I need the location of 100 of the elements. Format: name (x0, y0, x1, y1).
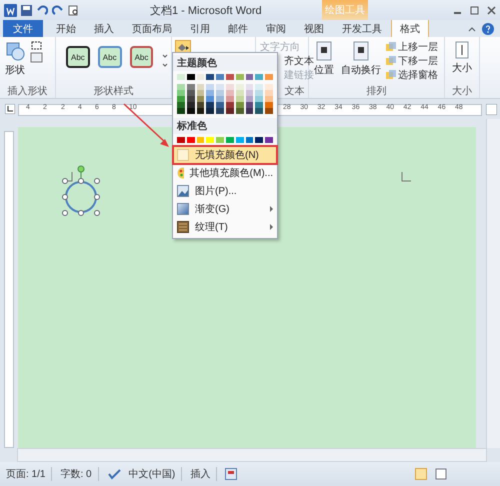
redo-icon[interactable] (52, 4, 64, 16)
color-swatch[interactable] (265, 90, 273, 96)
shape-style-button[interactable]: Abc (130, 46, 154, 68)
color-swatch[interactable] (236, 137, 244, 143)
color-swatch[interactable] (206, 102, 214, 108)
color-swatch[interactable] (236, 90, 244, 96)
menu-item[interactable]: 图片(P)... (173, 182, 277, 200)
color-swatch[interactable] (246, 96, 254, 102)
arrange-command[interactable]: 选择窗格 (386, 68, 438, 81)
ribbon-tab[interactable]: 插入 (85, 19, 123, 37)
color-swatch[interactable] (186, 108, 195, 114)
color-swatch[interactable] (265, 137, 273, 143)
shapes-button[interactable]: 形状 (3, 40, 27, 78)
color-swatch[interactable] (226, 137, 234, 143)
color-swatch[interactable] (226, 96, 234, 102)
color-swatch[interactable] (265, 96, 273, 102)
color-swatch[interactable] (246, 90, 254, 96)
color-swatch[interactable] (255, 137, 264, 143)
ribbon-tab[interactable]: 开发工具 (333, 19, 391, 37)
color-swatch[interactable] (196, 102, 204, 108)
ribbon-tab[interactable]: 页面布局 (123, 19, 181, 37)
color-swatch[interactable] (255, 108, 264, 114)
help-icon[interactable] (482, 22, 494, 34)
color-swatch[interactable] (196, 137, 204, 143)
color-swatch[interactable] (196, 74, 204, 80)
color-swatch[interactable] (236, 74, 244, 80)
color-swatch[interactable] (236, 108, 244, 114)
shape-style-button[interactable]: Abc (66, 46, 90, 68)
arrange-command[interactable]: 上移一层 (386, 40, 438, 53)
color-swatch[interactable] (226, 90, 234, 96)
ribbon-tab[interactable]: 开始 (47, 19, 85, 37)
color-swatch[interactable] (216, 84, 224, 90)
color-swatch[interactable] (246, 137, 254, 143)
color-swatch[interactable] (246, 102, 254, 108)
color-swatch[interactable] (177, 96, 185, 102)
ribbon-tab[interactable]: 邮件 (219, 19, 257, 37)
ribbon-tab[interactable]: 引用 (181, 19, 219, 37)
color-swatch[interactable] (226, 102, 234, 108)
menu-item[interactable]: 渐变(G) (173, 200, 277, 218)
color-swatch[interactable] (196, 84, 204, 90)
ribbon-tab[interactable]: 文件 (3, 19, 43, 37)
color-swatch[interactable] (255, 90, 264, 96)
spellcheck-icon[interactable] (106, 468, 121, 480)
color-swatch[interactable] (186, 96, 195, 102)
color-swatch[interactable] (177, 108, 185, 114)
color-swatch[interactable] (186, 137, 195, 143)
maximize-icon[interactable] (470, 6, 479, 14)
color-swatch[interactable] (206, 74, 214, 80)
color-swatch[interactable] (236, 102, 244, 108)
reading-view-icon[interactable] (435, 468, 448, 480)
color-swatch[interactable] (216, 137, 224, 143)
color-swatch[interactable] (216, 108, 224, 114)
text-box-icon[interactable] (30, 52, 44, 63)
color-swatch[interactable] (265, 84, 273, 90)
color-swatch[interactable] (177, 84, 185, 90)
color-swatch[interactable] (177, 137, 185, 143)
color-swatch[interactable] (206, 90, 214, 96)
color-swatch[interactable] (186, 102, 195, 108)
arrange-button[interactable]: 位置 (312, 40, 336, 78)
view-ruler-icon[interactable] (486, 104, 497, 115)
page-count[interactable]: 页面: 1/1 (6, 467, 52, 481)
menu-item[interactable]: 其他填充颜色(M)... (173, 164, 277, 182)
color-swatch[interactable] (236, 84, 244, 90)
save-icon[interactable] (21, 4, 32, 16)
print-layout-view-icon[interactable] (415, 468, 428, 480)
menu-item[interactable]: 纹理(T) (173, 218, 277, 236)
word-count[interactable]: 字数: 0 (60, 467, 99, 481)
color-swatch[interactable] (255, 96, 264, 102)
color-swatch[interactable] (226, 108, 234, 114)
color-swatch[interactable] (236, 96, 244, 102)
undo-icon[interactable] (36, 4, 48, 16)
color-swatch[interactable] (186, 90, 195, 96)
insert-mode-indicator[interactable]: 插入 (190, 467, 218, 481)
arrange-button[interactable]: 自动换行 (339, 40, 383, 78)
tab-selector-icon[interactable] (5, 104, 15, 114)
close-icon[interactable] (487, 6, 496, 14)
color-swatch[interactable] (216, 74, 224, 80)
arrange-command[interactable]: 下移一层 (386, 54, 438, 67)
print-preview-icon[interactable] (68, 4, 79, 16)
color-swatch[interactable] (246, 108, 254, 114)
color-swatch[interactable] (226, 84, 234, 90)
color-swatch[interactable] (226, 74, 234, 80)
color-swatch[interactable] (265, 102, 273, 108)
color-swatch[interactable] (196, 90, 204, 96)
selected-circle-shape[interactable] (61, 165, 101, 217)
color-swatch[interactable] (206, 108, 214, 114)
ribbon-tab[interactable]: 格式 (391, 19, 429, 37)
color-swatch[interactable] (177, 74, 185, 80)
color-swatch[interactable] (196, 108, 204, 114)
vertical-scrollbar[interactable] (486, 119, 500, 448)
color-swatch[interactable] (177, 102, 185, 108)
color-swatch[interactable] (216, 90, 224, 96)
color-swatch[interactable] (246, 84, 254, 90)
word-app-icon[interactable] (4, 4, 17, 16)
color-swatch[interactable] (177, 90, 185, 96)
color-swatch[interactable] (216, 96, 224, 102)
menu-item[interactable]: 无填充颜色(N) (173, 146, 277, 164)
size-button[interactable]: 大小 (450, 40, 474, 76)
color-swatch[interactable] (186, 84, 195, 90)
color-swatch[interactable] (255, 74, 264, 80)
